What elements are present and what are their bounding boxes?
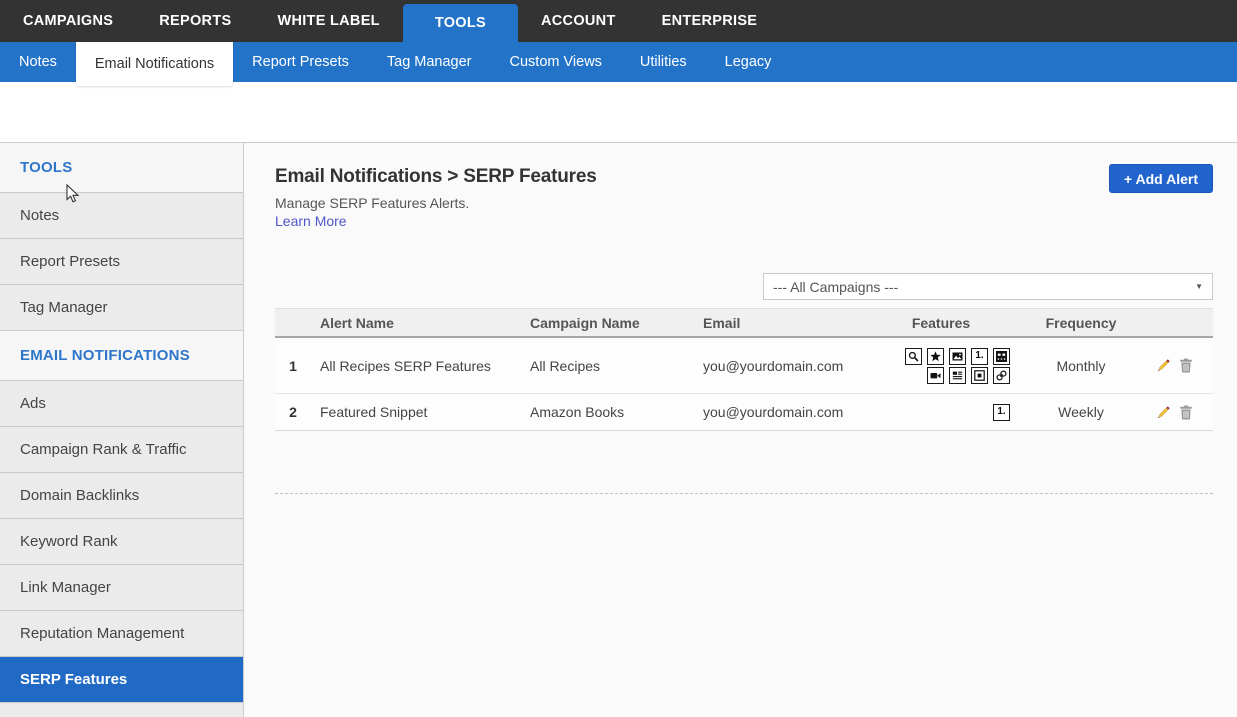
alert-name-cell: Featured Snippet <box>311 404 511 420</box>
page-header: Email Notifications > SERP Features Mana… <box>275 143 1213 231</box>
subnav-tag-manager[interactable]: Tag Manager <box>368 42 491 82</box>
topnav-white-label[interactable]: WHITE LABEL <box>254 0 402 42</box>
image-pack-icon <box>949 348 966 365</box>
col-header-features: Features <box>856 315 1026 331</box>
filter-row: --- All Campaigns --- ▼ <box>275 273 1213 300</box>
sidebar-item-report-presets[interactable]: Report Presets <box>0 239 243 285</box>
delete-trash-icon[interactable] <box>1178 404 1194 420</box>
table-header-row: Alert Name Campaign Name Email Features … <box>275 309 1213 338</box>
alert-name-cell: All Recipes SERP Features <box>311 358 511 374</box>
campaign-name-cell: Amazon Books <box>511 404 681 420</box>
top-navbar: CAMPAIGNS REPORTS WHITE LABEL TOOLS ACCO… <box>0 0 1237 42</box>
add-alert-button[interactable]: + Add Alert <box>1109 164 1213 193</box>
subnav-utilities[interactable]: Utilities <box>621 42 706 82</box>
actions-cell <box>1136 404 1213 420</box>
sidebar-item-partial <box>0 703 243 717</box>
local-pack-icon: 1. <box>971 348 988 365</box>
features-cell: 1. <box>856 348 1026 384</box>
featured-snippet-icon <box>905 348 922 365</box>
campaign-filter-select[interactable]: --- All Campaigns --- ▼ <box>763 273 1213 300</box>
alerts-table: Alert Name Campaign Name Email Features … <box>275 308 1213 431</box>
carousel-icon <box>993 348 1010 365</box>
col-header-email: Email <box>681 315 856 331</box>
subnav-email-notifications[interactable]: Email Notifications <box>76 42 233 86</box>
edit-pencil-icon[interactable] <box>1155 404 1171 420</box>
topnav-reports[interactable]: REPORTS <box>136 0 254 42</box>
sitelinks-link-icon <box>993 367 1010 384</box>
sidebar-item-ads[interactable]: Ads <box>0 381 243 427</box>
table-row: 1 All Recipes SERP Features All Recipes … <box>275 338 1213 394</box>
col-header-campaign-name: Campaign Name <box>511 315 681 331</box>
email-cell: you@yourdomain.com <box>681 404 856 420</box>
sidebar-item-domain-backlinks[interactable]: Domain Backlinks <box>0 473 243 519</box>
delete-trash-icon[interactable] <box>1178 358 1194 374</box>
sidebar-section-email-notifications: EMAIL NOTIFICATIONS <box>0 331 243 381</box>
sidebar-item-serp-features[interactable]: SERP Features <box>0 657 243 703</box>
news-icon <box>949 367 966 384</box>
reviews-star-icon <box>927 348 944 365</box>
sidebar-section-tools: TOOLS <box>0 143 243 193</box>
frequency-cell: Weekly <box>1026 404 1136 420</box>
row-number: 1 <box>275 358 311 374</box>
sidebar: TOOLS Notes Report Presets Tag Manager E… <box>0 143 244 717</box>
sidebar-item-notes[interactable]: Notes <box>0 193 243 239</box>
dashed-separator <box>275 493 1213 494</box>
content-area: TOOLS Notes Report Presets Tag Manager E… <box>0 142 1237 717</box>
edit-pencil-icon[interactable] <box>1155 358 1171 374</box>
subnav-report-presets[interactable]: Report Presets <box>233 42 368 82</box>
sub-navbar: Notes Email Notifications Report Presets… <box>0 42 1237 82</box>
main-panel: Email Notifications > SERP Features Mana… <box>244 143 1237 717</box>
sidebar-item-tag-manager[interactable]: Tag Manager <box>0 285 243 331</box>
learn-more-link[interactable]: Learn More <box>275 213 347 229</box>
sidebar-item-campaign-rank-traffic[interactable]: Campaign Rank & Traffic <box>0 427 243 473</box>
sidebar-item-keyword-rank[interactable]: Keyword Rank <box>0 519 243 565</box>
subnav-custom-views[interactable]: Custom Views <box>491 42 621 82</box>
sidebar-item-link-manager[interactable]: Link Manager <box>0 565 243 611</box>
table-row: 2 Featured Snippet Amazon Books you@your… <box>275 394 1213 431</box>
email-cell: you@yourdomain.com <box>681 358 856 374</box>
subnav-notes[interactable]: Notes <box>0 42 76 82</box>
topnav-account[interactable]: ACCOUNT <box>518 0 639 42</box>
topnav-enterprise[interactable]: ENTERPRISE <box>639 0 781 42</box>
amp-icon <box>971 367 988 384</box>
campaign-name-cell: All Recipes <box>511 358 681 374</box>
actions-cell <box>1136 358 1213 374</box>
campaign-filter-value: --- All Campaigns --- <box>773 279 898 295</box>
subnav-legacy[interactable]: Legacy <box>706 42 791 82</box>
row-number: 2 <box>275 404 311 420</box>
page-subtitle: Manage SERP Features Alerts. <box>275 195 597 211</box>
page-title: Email Notifications > SERP Features <box>275 166 597 188</box>
topnav-tools[interactable]: TOOLS <box>403 4 518 42</box>
sidebar-item-reputation-management[interactable]: Reputation Management <box>0 611 243 657</box>
features-cell: 1. <box>856 404 1026 421</box>
topnav-campaigns[interactable]: CAMPAIGNS <box>0 0 136 42</box>
header-spacer <box>0 82 1237 142</box>
frequency-cell: Monthly <box>1026 358 1136 374</box>
col-header-frequency: Frequency <box>1026 315 1136 331</box>
chevron-down-icon: ▼ <box>1195 282 1203 291</box>
video-icon <box>927 367 944 384</box>
local-pack-icon: 1. <box>993 404 1010 421</box>
col-header-alert-name: Alert Name <box>311 315 511 331</box>
